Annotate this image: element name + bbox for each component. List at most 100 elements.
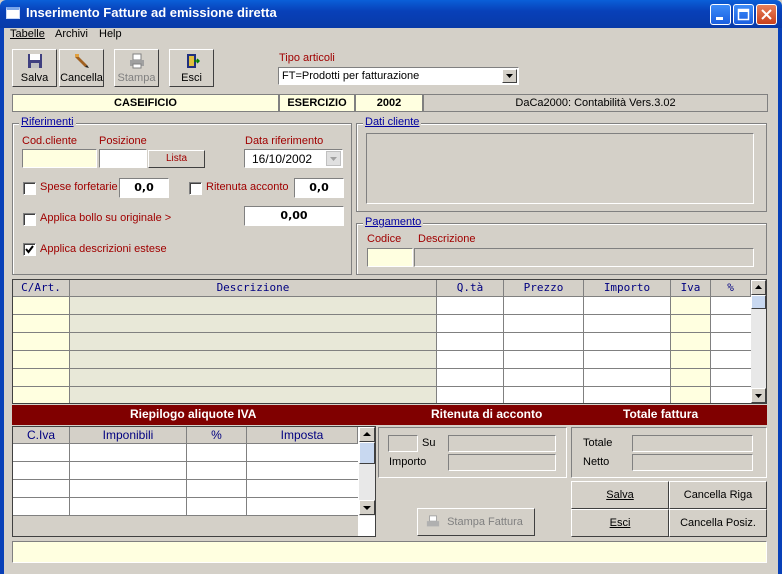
iva-scroll-down-button[interactable] bbox=[359, 500, 375, 515]
grid-header-iva[interactable]: Iva bbox=[671, 280, 711, 297]
grid-scrollbar[interactable] bbox=[751, 280, 766, 403]
spese-forfetarie-checkbox[interactable] bbox=[23, 182, 36, 195]
data-riferimento-input[interactable]: 16/10/2002 bbox=[244, 149, 343, 168]
checkmark-icon bbox=[25, 245, 34, 254]
ritenuta-importo-label: Importo bbox=[389, 456, 427, 468]
exit-door-icon bbox=[187, 54, 200, 68]
date-dropdown-button[interactable] bbox=[326, 151, 341, 166]
iva-header-imposta[interactable]: Imposta bbox=[247, 427, 358, 444]
window-frame-left bbox=[0, 28, 4, 574]
maximize-icon bbox=[737, 8, 750, 21]
pagamento-codice-input[interactable] bbox=[367, 248, 413, 267]
pagamento-descrizione-label: Descrizione bbox=[418, 233, 476, 245]
tipo-articoli-label: Tipo articoli bbox=[279, 52, 335, 64]
app-icon bbox=[6, 7, 20, 19]
iva-scroll-up-button[interactable] bbox=[359, 427, 375, 442]
esci-button[interactable]: Esci bbox=[571, 509, 669, 537]
ritenuta-su-label: Su bbox=[422, 437, 436, 449]
descrizioni-estese-checkbox[interactable] bbox=[23, 243, 36, 256]
posizione-input[interactable] bbox=[99, 149, 147, 168]
status-bar bbox=[12, 541, 767, 563]
company-name: CASEIFICIO bbox=[12, 94, 279, 112]
riepilogo-title: Riepilogo aliquote IVA bbox=[130, 407, 257, 421]
menu-help[interactable]: Help bbox=[99, 28, 122, 40]
app-version: DaCa2000: Contabilità Vers.3.02 bbox=[423, 94, 768, 112]
grid-header-prezzo[interactable]: Prezzo bbox=[504, 280, 584, 297]
grid-header-cart[interactable]: C/Art. bbox=[13, 280, 70, 297]
chevron-up-icon bbox=[755, 285, 762, 289]
stampa-fattura-button[interactable]: Stampa Fattura bbox=[417, 508, 535, 536]
floppy-icon bbox=[28, 54, 42, 68]
scroll-down-button[interactable] bbox=[751, 388, 766, 403]
ritenuta-acconto-checkbox[interactable] bbox=[189, 182, 202, 195]
window-bottom-edge bbox=[4, 566, 778, 574]
maximize-button[interactable] bbox=[733, 4, 754, 25]
posizione-label: Posizione bbox=[99, 135, 147, 147]
ritenuta-acconto-label: Ritenuta acconto bbox=[206, 181, 289, 193]
cancella-riga-button[interactable]: Cancella Riga bbox=[669, 481, 767, 509]
printer-icon bbox=[130, 53, 144, 69]
cod-cliente-label: Cod.cliente bbox=[22, 135, 78, 147]
tipo-articoli-value: FT=Prodotti per fatturazione bbox=[282, 70, 420, 82]
scroll-thumb[interactable] bbox=[751, 295, 766, 309]
cod-cliente-input[interactable] bbox=[22, 149, 97, 168]
grid-header-qta[interactable]: Q.tà bbox=[437, 280, 504, 297]
chevron-up-icon bbox=[363, 432, 371, 436]
riferimenti-title: Riferimenti bbox=[19, 116, 76, 128]
iva-grid-body[interactable] bbox=[13, 444, 358, 536]
iva-grid-scrollbar[interactable] bbox=[359, 427, 375, 516]
menu-tabelle[interactable]: Tabelle bbox=[10, 28, 45, 40]
cancel-toolbar-button[interactable]: Cancella bbox=[59, 49, 104, 87]
totale-label: Totale bbox=[583, 437, 613, 449]
window-frame-right bbox=[778, 28, 782, 574]
save-toolbar-button[interactable]: Salva bbox=[12, 49, 57, 87]
dati-cliente-title: Dati cliente bbox=[363, 116, 422, 128]
totale-field bbox=[632, 435, 753, 452]
close-icon bbox=[761, 9, 772, 20]
data-riferimento-value: 16/10/2002 bbox=[252, 152, 313, 166]
applica-bollo-label: Applica bollo su originale > bbox=[40, 212, 172, 224]
netto-label: Netto bbox=[583, 456, 610, 468]
minimize-icon bbox=[716, 17, 723, 20]
dati-cliente-box bbox=[366, 133, 754, 204]
spese-forfetarie-input[interactable]: 0,0 bbox=[119, 178, 169, 198]
tipo-articoli-select[interactable]: FT=Prodotti per fatturazione bbox=[278, 67, 519, 85]
minimize-button[interactable] bbox=[710, 4, 731, 25]
netto-field bbox=[632, 454, 753, 471]
pagamento-title: Pagamento bbox=[363, 216, 424, 228]
grid-header-descrizione[interactable]: Descrizione bbox=[70, 280, 437, 297]
ritenuta-su-field bbox=[448, 435, 556, 452]
chevron-down-icon bbox=[363, 506, 371, 510]
grid-body[interactable] bbox=[13, 297, 751, 403]
printer-icon bbox=[426, 515, 440, 527]
pagamento-descrizione-input bbox=[414, 248, 754, 267]
iva-scroll-thumb[interactable] bbox=[359, 442, 375, 464]
print-toolbar-button[interactable]: Stampa bbox=[114, 49, 159, 87]
applica-bollo-checkbox[interactable] bbox=[23, 213, 36, 226]
dropdown-button[interactable] bbox=[502, 69, 517, 83]
ritenuta-acconto-input[interactable]: 0,0 bbox=[294, 178, 344, 198]
menu-archivi[interactable]: Archivi bbox=[55, 28, 88, 40]
iva-header-imponibili[interactable]: Imponibili bbox=[70, 427, 187, 444]
grid-header-perc[interactable]: % bbox=[711, 280, 751, 297]
chevron-down-icon bbox=[755, 394, 762, 398]
close-button[interactable] bbox=[756, 4, 777, 25]
ritenuta-title: Ritenuta di acconto bbox=[431, 407, 543, 421]
data-riferimento-label: Data riferimento bbox=[245, 135, 324, 147]
ritenuta-perc-field bbox=[388, 435, 418, 452]
salva-button[interactable]: Salva bbox=[571, 481, 669, 509]
scroll-up-button[interactable] bbox=[751, 280, 766, 295]
iva-header-perc[interactable]: % bbox=[187, 427, 247, 444]
iva-header-civa[interactable]: C.Iva bbox=[13, 427, 70, 444]
spese-forfetarie-label: Spese forfetarie bbox=[40, 181, 118, 193]
bollo-input[interactable]: 0,00 bbox=[244, 206, 344, 226]
cancella-posiz-button[interactable]: Cancella Posiz. bbox=[669, 509, 767, 537]
pagamento-codice-label: Codice bbox=[367, 233, 402, 245]
grid-header-importo[interactable]: Importo bbox=[584, 280, 671, 297]
lista-button[interactable]: Lista bbox=[148, 150, 205, 168]
descrizioni-estese-label: Applica descrizioni estese bbox=[40, 243, 167, 255]
esercizio-value: 2002 bbox=[355, 94, 423, 112]
chevron-down-icon bbox=[506, 74, 513, 78]
exit-toolbar-button[interactable]: Esci bbox=[169, 49, 214, 87]
window-title: Inserimento Fatture ad emissione diretta bbox=[26, 5, 277, 20]
